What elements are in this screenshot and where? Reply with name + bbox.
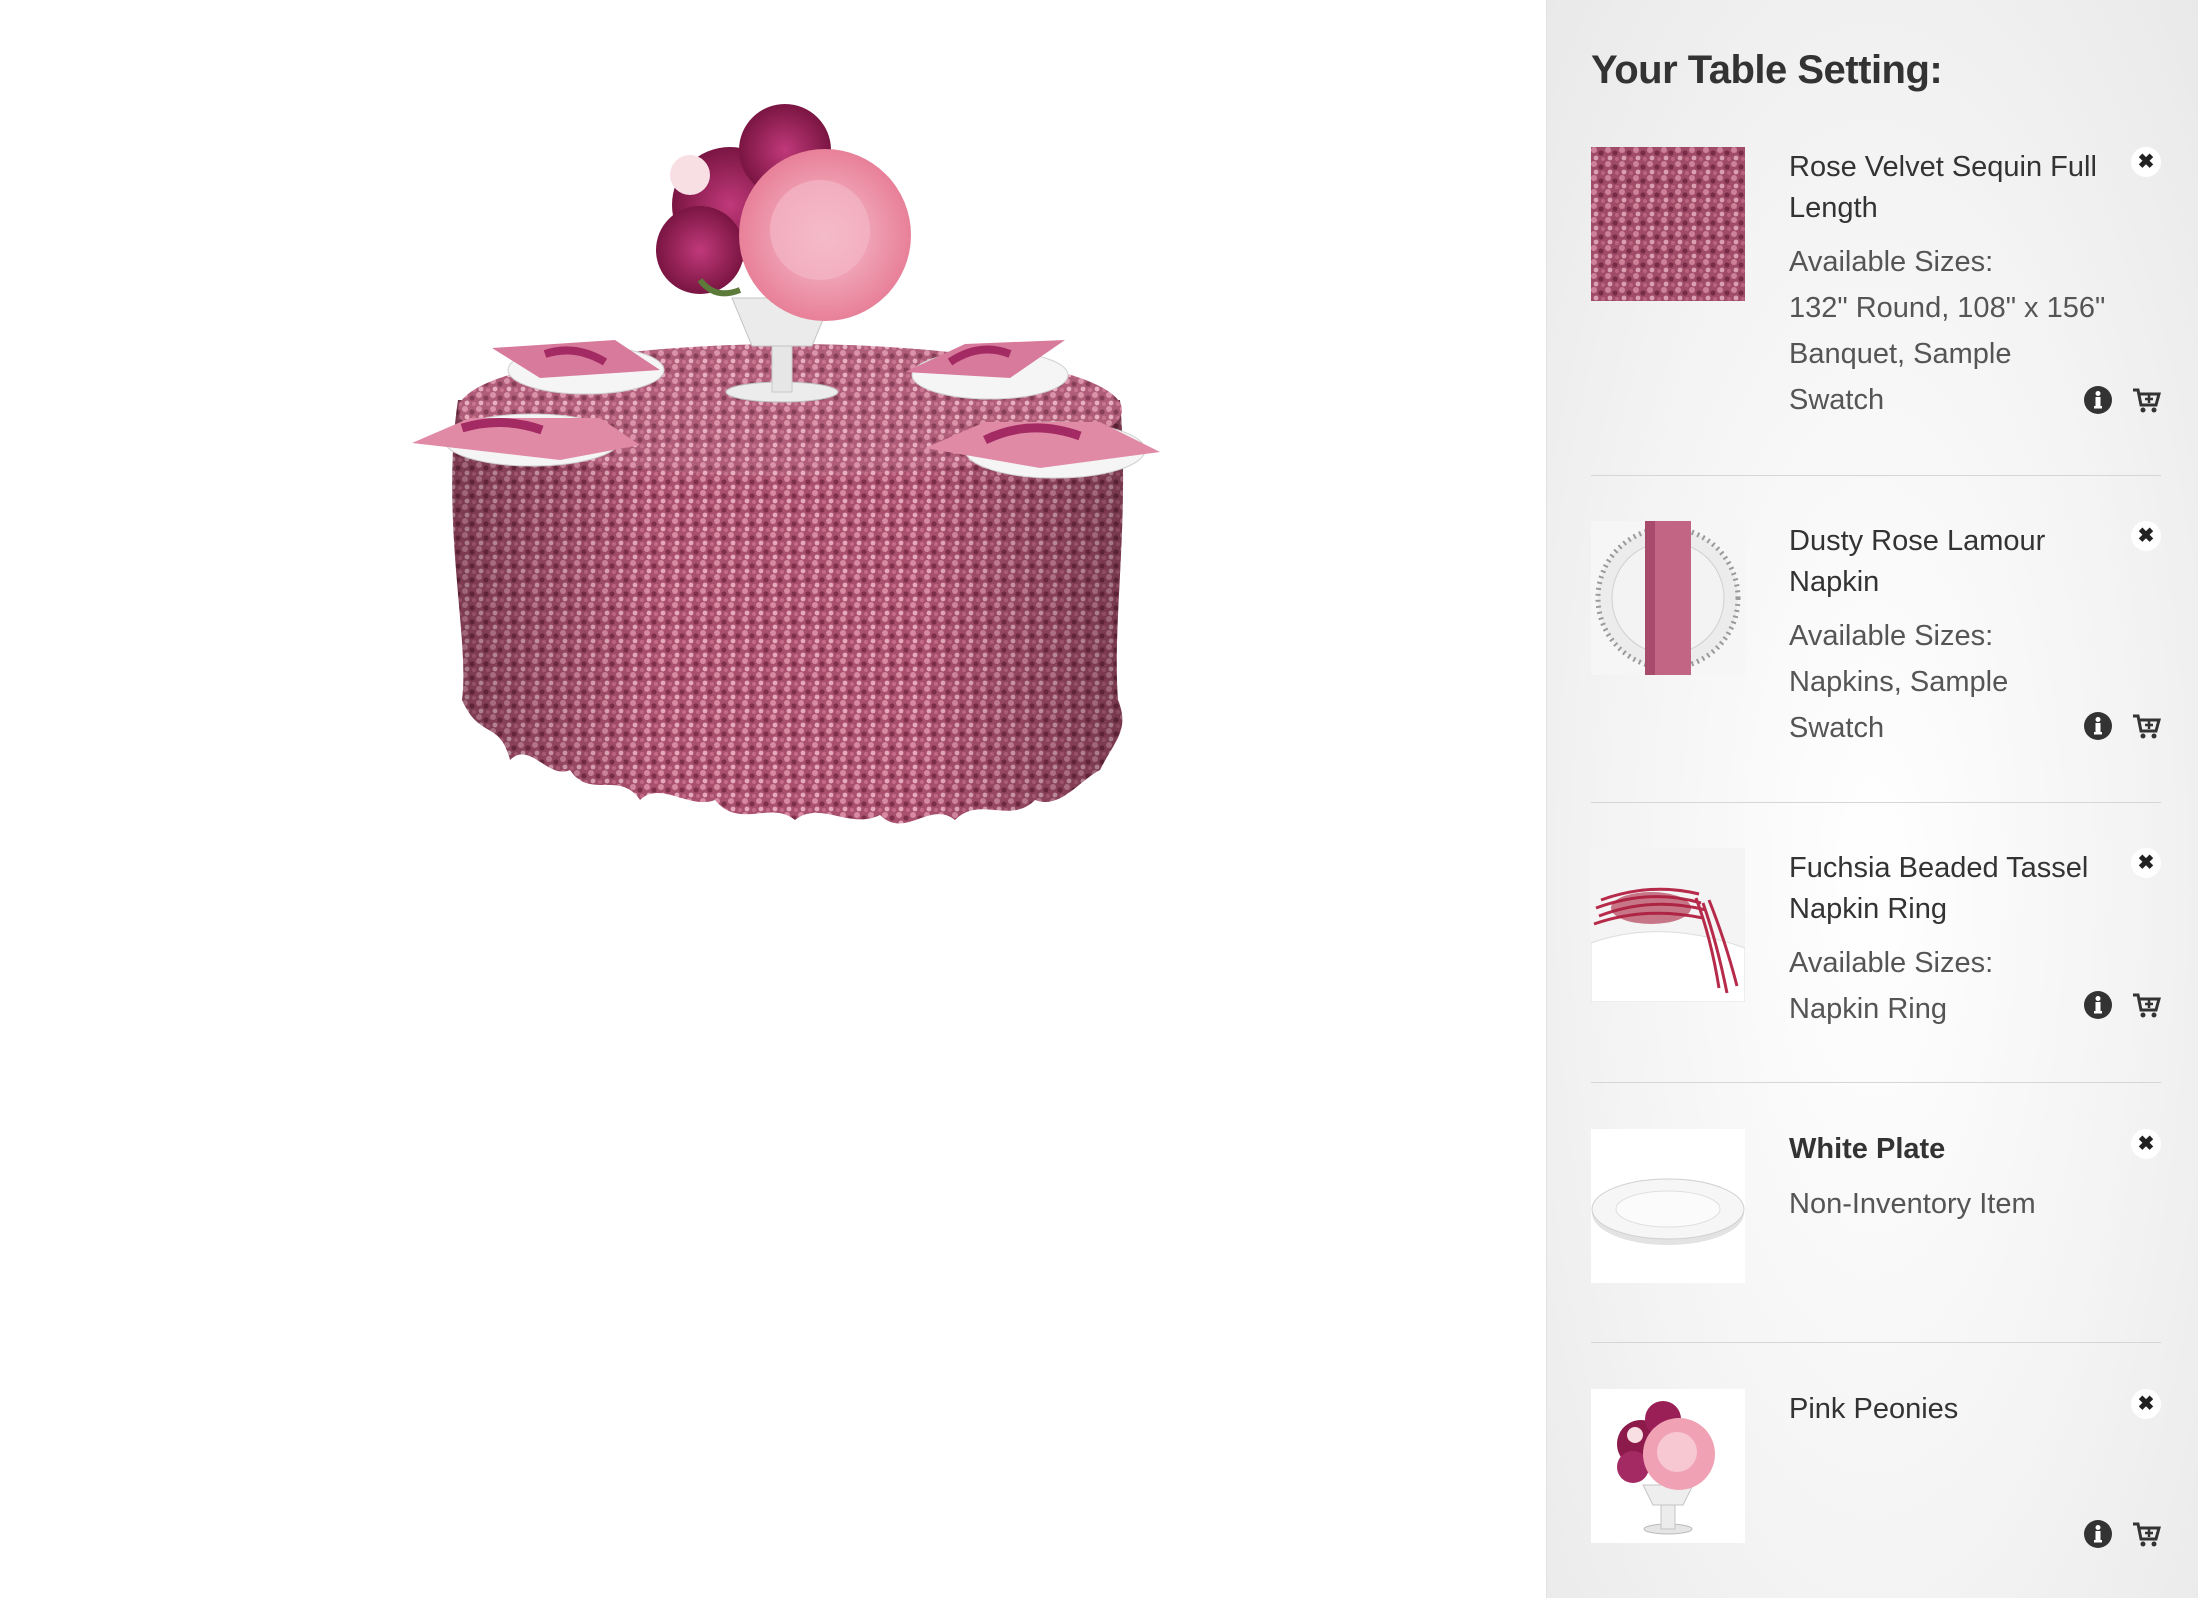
item-thumbnail[interactable] [1591,1389,1745,1543]
napkin-image [1591,521,1745,675]
item-sizes-label: Available Sizes: [1789,947,1994,979]
item-sizes: Napkin Ring [1789,993,1947,1025]
napkin-ring-image [1591,848,1745,1002]
table-setting-sidebar: Your Table Setting: Rose Velvet Sequin F… [1546,0,2198,1598]
close-icon: ✖ [2137,525,2155,547]
info-icon[interactable] [2083,990,2113,1020]
item-note: Non-Inventory Item [1789,1188,2036,1220]
setting-item-napkin-ring: Fuchsia Beaded Tassel Napkin Ring Availa… [1591,848,2161,1028]
remove-item-button[interactable]: ✖ [2131,521,2161,551]
item-thumbnail[interactable] [1591,521,1745,675]
plate-image [1591,1129,1745,1283]
item-name[interactable]: Fuchsia Beaded Tassel Napkin Ring [1789,848,2109,930]
setting-item-napkin: Dusty Rose Lamour Napkin Available Sizes… [1591,521,2161,751]
item-name[interactable]: White Plate [1789,1129,2109,1170]
remove-item-button[interactable]: ✖ [2131,848,2161,878]
item-name[interactable]: Rose Velvet Sequin Full Length [1789,147,2109,229]
setting-item-tablecloth: Rose Velvet Sequin Full Length Available… [1591,147,2161,437]
item-name[interactable]: Dusty Rose Lamour Napkin [1789,521,2109,603]
table-setting-preview [0,0,1546,1598]
divider [1591,802,2161,803]
divider [1591,475,2161,476]
remove-item-button[interactable]: ✖ [2131,1129,2161,1159]
add-to-cart-icon[interactable] [2131,711,2161,741]
table-setting-illustration [412,104,1160,824]
info-icon[interactable] [2083,1519,2113,1549]
item-thumbnail[interactable] [1591,147,1745,301]
setting-item-plate: White Plate Non-Inventory Item ✖ [1591,1129,2161,1289]
add-to-cart-icon[interactable] [2131,990,2161,1020]
sidebar-title: Your Table Setting: [1591,48,1943,92]
setting-item-flowers: Pink Peonies ✖ [1591,1389,2161,1559]
remove-item-button[interactable]: ✖ [2131,147,2161,177]
close-icon: ✖ [2137,1393,2155,1415]
close-icon: ✖ [2137,151,2155,173]
item-name[interactable]: Pink Peonies [1789,1389,2109,1430]
sequin-fabric-image [1591,147,1745,301]
item-thumbnail[interactable] [1591,1129,1745,1283]
divider [1591,1082,2161,1083]
add-to-cart-icon[interactable] [2131,385,2161,415]
item-sizes-label: Available Sizes: [1789,246,1994,278]
item-sizes: 132" Round, 108" x 156" Banquet, Sample … [1789,292,2106,416]
close-icon: ✖ [2137,1133,2155,1155]
divider [1591,1342,2161,1343]
item-sizes-label: Available Sizes: [1789,620,1994,652]
item-sizes: Napkins, Sample Swatch [1789,666,2009,744]
close-icon: ✖ [2137,852,2155,874]
remove-item-button[interactable]: ✖ [2131,1389,2161,1419]
info-icon[interactable] [2083,385,2113,415]
add-to-cart-icon[interactable] [2131,1519,2161,1549]
item-thumbnail[interactable] [1591,848,1745,1002]
info-icon[interactable] [2083,711,2113,741]
peonies-image [1591,1389,1745,1543]
